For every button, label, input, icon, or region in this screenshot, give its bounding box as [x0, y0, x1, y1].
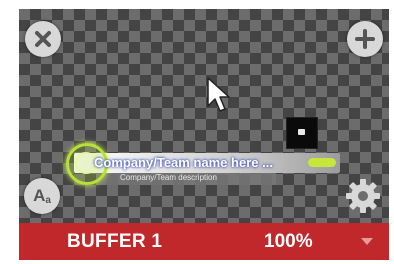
zoom-level[interactable]: 100% — [264, 231, 313, 253]
buffer-panel: Company/Team name here ... Company/Team … — [19, 9, 389, 260]
mouse-cursor-icon — [206, 76, 230, 114]
text-style-button[interactable]: A a — [24, 178, 60, 214]
close-icon — [35, 31, 51, 47]
lower-third-name: Company/Team name here ... — [94, 155, 273, 170]
gear-icon — [346, 179, 380, 213]
chevron-down-icon[interactable] — [361, 238, 373, 245]
logo-graphic[interactable] — [286, 117, 318, 149]
lower-third-tag — [308, 158, 336, 167]
text-style-icon: A — [33, 186, 46, 205]
lower-third-graphic[interactable]: Company/Team name here ... Company/Team … — [66, 143, 340, 187]
logo-mark — [298, 129, 305, 135]
text-style-icon-small: a — [45, 194, 51, 206]
add-button[interactable] — [347, 21, 383, 57]
close-button[interactable] — [25, 21, 61, 57]
plus-icon — [355, 29, 375, 49]
buffer-title[interactable]: BUFFER 1 — [67, 231, 162, 253]
buffer-canvas[interactable]: Company/Team name here ... Company/Team … — [19, 9, 389, 223]
lower-third-description: Company/Team description — [120, 173, 217, 182]
buffer-footer: BUFFER 1 100% — [19, 223, 389, 260]
settings-button[interactable] — [343, 176, 383, 216]
